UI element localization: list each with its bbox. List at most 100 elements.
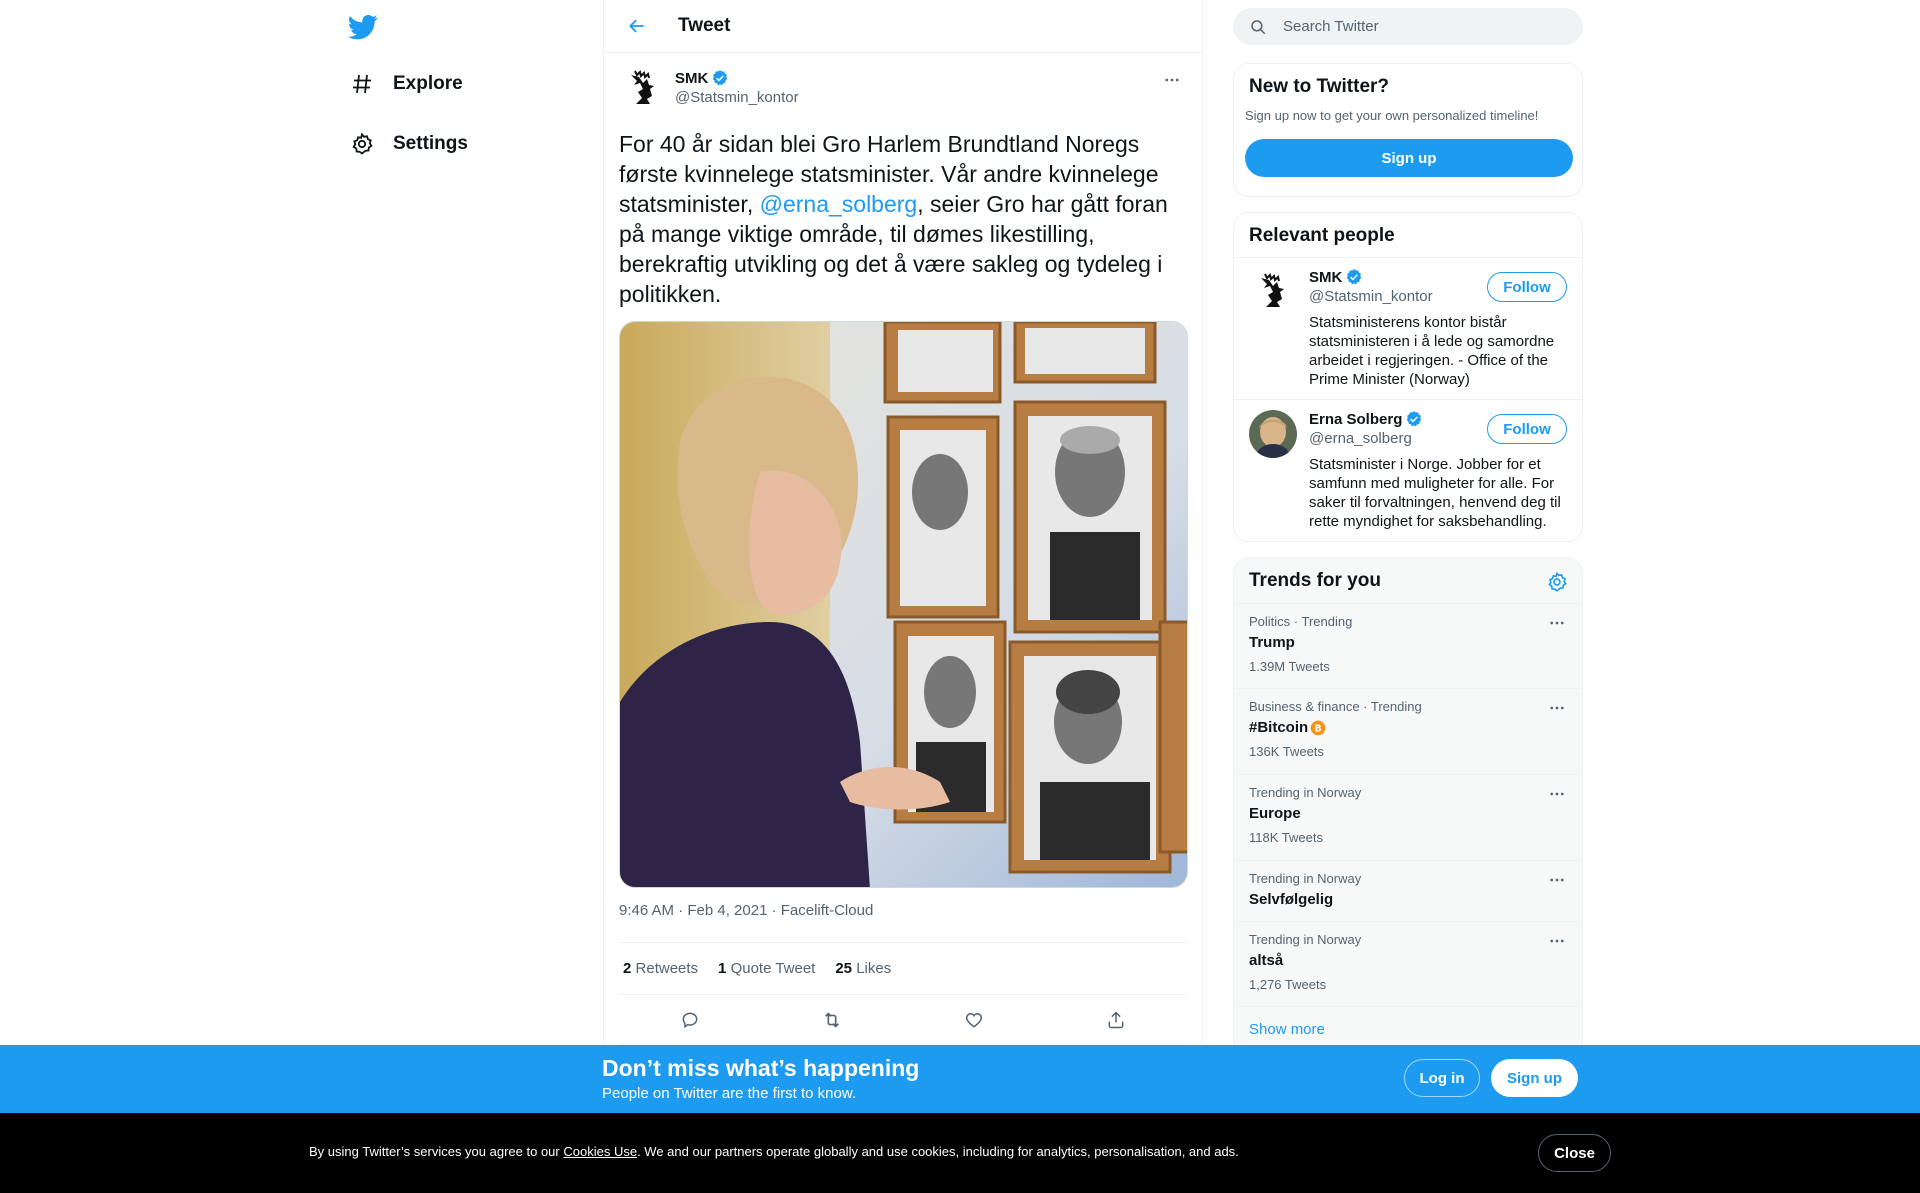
trend-name-row: #Bitcoin B bbox=[1249, 719, 1567, 736]
quotes-label: Quote Tweet bbox=[730, 960, 816, 977]
more-dots-icon[interactable] bbox=[1546, 932, 1568, 950]
trend-name: Selvfølgelig bbox=[1249, 891, 1334, 908]
more-dots-icon[interactable] bbox=[1546, 871, 1568, 889]
gear-icon bbox=[348, 130, 376, 158]
heart-icon bbox=[965, 1012, 983, 1028]
share-button[interactable] bbox=[1098, 1002, 1134, 1038]
trend-name: #Bitcoin bbox=[1249, 719, 1309, 736]
trend-context: Business & finance · Trending bbox=[1249, 699, 1422, 714]
retweets-count: 2 bbox=[623, 960, 632, 977]
person-item[interactable]: SMK @Statsmin_kontor Statsministerens ko… bbox=[1234, 258, 1582, 400]
nav-item-explore[interactable]: Explore bbox=[348, 64, 463, 104]
sign-up-button[interactable]: Sign up bbox=[1245, 139, 1573, 177]
likes-label: Likes bbox=[856, 960, 892, 977]
follow-button[interactable]: Follow bbox=[1487, 414, 1567, 444]
main-column: Tweet SMK @Statsmin_kontor For 40 år sid… bbox=[603, 0, 1203, 1193]
trend-count: 1.39M Tweets bbox=[1249, 659, 1330, 674]
retweet-button[interactable] bbox=[814, 1002, 850, 1038]
author-name[interactable]: SMK bbox=[675, 69, 799, 87]
quote-tweets-stat[interactable]: 1 Quote Tweet bbox=[718, 960, 815, 977]
trend-name: Europe bbox=[1249, 805, 1301, 822]
trends-title: Trends for you bbox=[1249, 570, 1381, 591]
new-to-twitter-title: New to Twitter? bbox=[1249, 76, 1390, 97]
cookies-use-link[interactable]: Cookies Use bbox=[563, 1144, 637, 1159]
gear-icon[interactable] bbox=[1546, 571, 1568, 593]
trend-count: 1,276 Tweets bbox=[1249, 977, 1327, 992]
author-name-text: SMK bbox=[675, 69, 709, 87]
twitter-bird-icon[interactable] bbox=[347, 12, 378, 42]
arrow-left-icon bbox=[629, 19, 644, 33]
trend-item[interactable]: Trending in Norway Selvfølgelig bbox=[1234, 861, 1582, 922]
more-options-button[interactable] bbox=[1157, 65, 1187, 95]
page-header: Tweet bbox=[604, 0, 1202, 53]
person-item[interactable]: Erna Solberg @erna_solberg Statsminister… bbox=[1234, 400, 1582, 541]
relevant-people-title: Relevant people bbox=[1249, 225, 1395, 246]
trend-count: 136K Tweets bbox=[1249, 744, 1324, 759]
bitcoin-icon: B bbox=[1310, 720, 1326, 735]
login-button[interactable]: Log in bbox=[1404, 1059, 1480, 1097]
avatar[interactable] bbox=[619, 65, 667, 113]
verified-badge-icon bbox=[713, 70, 728, 86]
trend-item[interactable]: Politics · Trending Trump 1.39M Tweets bbox=[1234, 604, 1582, 689]
signup-banner: Don’t miss what’s happening People on Tw… bbox=[0, 1045, 1920, 1113]
new-to-twitter-subtitle: Sign up now to get your own personalized… bbox=[1245, 108, 1539, 123]
banner-subtitle: People on Twitter are the first to know. bbox=[602, 1085, 857, 1102]
retweets-label: Retweets bbox=[635, 960, 699, 977]
close-cookie-button[interactable]: Close bbox=[1538, 1134, 1611, 1172]
tweet-timestamp[interactable]: 9:46 AM · Feb 4, 2021 · Facelift-Cloud bbox=[619, 902, 1187, 943]
trend-context: Trending in Norway bbox=[1249, 932, 1362, 947]
tweet-actions bbox=[619, 995, 1187, 1045]
tweet-photo[interactable] bbox=[619, 321, 1188, 888]
likes-stat[interactable]: 25 Likes bbox=[835, 960, 891, 977]
trends-card: Trends for you Politics · Trending Trump… bbox=[1233, 557, 1583, 1057]
banner-title: Don’t miss what’s happening bbox=[602, 1055, 920, 1081]
relevant-people-card: Relevant people SMK @Statsmin_kontor Sta… bbox=[1233, 212, 1583, 542]
more-dots-icon[interactable] bbox=[1546, 785, 1568, 803]
tweet-stats: 2 Retweets 1 Quote Tweet 25 Likes bbox=[619, 943, 1187, 995]
trend-name: Trump bbox=[1249, 634, 1295, 651]
person-bio: Statsministerens kontor bistår statsmini… bbox=[1309, 314, 1555, 388]
search-icon bbox=[1251, 19, 1266, 34]
mention-link[interactable]: @erna_solberg bbox=[760, 191, 918, 217]
new-to-twitter-card: New to Twitter? Sign up now to get your … bbox=[1233, 63, 1583, 197]
retweets-stat[interactable]: 2 Retweets bbox=[623, 960, 698, 977]
hashtag-icon bbox=[348, 70, 376, 98]
nav-item-settings[interactable]: Settings bbox=[348, 124, 468, 164]
reply-icon bbox=[682, 1012, 698, 1028]
more-dots-icon[interactable] bbox=[1546, 614, 1568, 632]
reply-button[interactable] bbox=[672, 1002, 708, 1038]
quotes-count: 1 bbox=[718, 960, 727, 977]
cookie-text: By using Twitter’s services you agree to… bbox=[309, 1144, 1239, 1159]
cookie-text-prefix: By using Twitter’s services you agree to… bbox=[309, 1144, 564, 1159]
person-name-text: Erna Solberg bbox=[1309, 410, 1403, 428]
person-bio: Statsminister i Norge. Jobber for et sam… bbox=[1309, 456, 1561, 530]
search-box[interactable] bbox=[1233, 8, 1583, 45]
tweet-text: For 40 år sidan blei Gro Harlem Brundtla… bbox=[619, 129, 1187, 309]
trend-context: Trending in Norway bbox=[1249, 785, 1362, 800]
likes-count: 25 bbox=[835, 960, 853, 977]
avatar[interactable] bbox=[1249, 410, 1297, 458]
tweet: SMK @Statsmin_kontor For 40 år sidan ble… bbox=[604, 53, 1202, 1045]
banner-sign-up-button[interactable]: Sign up bbox=[1491, 1059, 1578, 1097]
retweet-icon bbox=[824, 1011, 840, 1028]
svg-text:B: B bbox=[1315, 723, 1322, 734]
cookie-bar: By using Twitter’s services you agree to… bbox=[0, 1113, 1920, 1193]
person-name-text: SMK bbox=[1309, 268, 1343, 286]
author-handle[interactable]: @Statsmin_kontor bbox=[675, 89, 799, 106]
trend-count: 118K Tweets bbox=[1249, 830, 1323, 845]
trend-context: Trending in Norway bbox=[1249, 871, 1362, 886]
trend-item[interactable]: Trending in Norway Europe 118K Tweets bbox=[1234, 775, 1582, 861]
nav-item-label: Explore bbox=[393, 73, 463, 94]
trend-context: Politics · Trending bbox=[1249, 614, 1353, 629]
page-title: Tweet bbox=[678, 15, 731, 36]
trend-item[interactable]: Trending in Norway altså 1,276 Tweets bbox=[1234, 922, 1582, 1007]
avatar[interactable] bbox=[1249, 268, 1297, 316]
verified-badge-icon bbox=[1347, 269, 1362, 285]
back-button[interactable] bbox=[620, 9, 654, 43]
nav-item-label: Settings bbox=[393, 133, 468, 154]
like-button[interactable] bbox=[956, 1002, 992, 1038]
more-dots-icon[interactable] bbox=[1546, 699, 1568, 717]
trend-item[interactable]: Business & finance · Trending #Bitcoin B… bbox=[1234, 689, 1582, 775]
search-input[interactable] bbox=[1283, 18, 1563, 35]
follow-button[interactable]: Follow bbox=[1487, 272, 1567, 302]
